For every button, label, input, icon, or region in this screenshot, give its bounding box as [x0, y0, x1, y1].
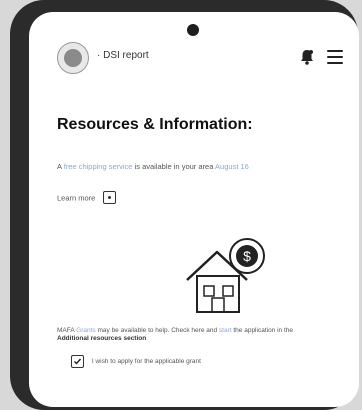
start-link[interactable]: start [219, 327, 232, 334]
grant-checkbox[interactable] [71, 355, 84, 368]
check-icon [74, 358, 82, 365]
learn-more-label: Learn more [57, 193, 96, 203]
menu-icon[interactable] [327, 50, 343, 64]
logo-icon[interactable] [57, 42, 89, 74]
phone-frame: · DSI report Resources & Information: A … [10, 0, 359, 410]
learn-more: Learn more [57, 191, 117, 205]
app-header: · DSI report [29, 12, 359, 82]
chipping-service-link[interactable]: free chipping service [64, 162, 133, 171]
additional-resources-link[interactable]: Additional resources section [57, 335, 146, 342]
learn-more-button[interactable] [103, 191, 117, 204]
grant-checkbox-row[interactable]: I wish to apply for the applicable grant [71, 355, 201, 368]
report-title: · DSI report [97, 50, 149, 61]
page-title: Resources & Information: [57, 116, 253, 133]
bell-icon[interactable] [299, 48, 315, 66]
grants-link[interactable]: Grants [76, 327, 96, 334]
grant-info: MAFA Grants may be available to help. Ch… [57, 327, 294, 343]
service-notice: A free chipping service is available in … [57, 162, 249, 171]
camera-icon [187, 24, 199, 36]
grant-checkbox-label: I wish to apply for the applicable grant [91, 358, 201, 366]
notice-date-link[interactable]: August 16 [215, 162, 249, 171]
phone-screen: · DSI report Resources & Information: A … [29, 12, 359, 407]
svg-text:$: $ [243, 248, 251, 264]
house-dollar-icon: $ [186, 238, 265, 313]
